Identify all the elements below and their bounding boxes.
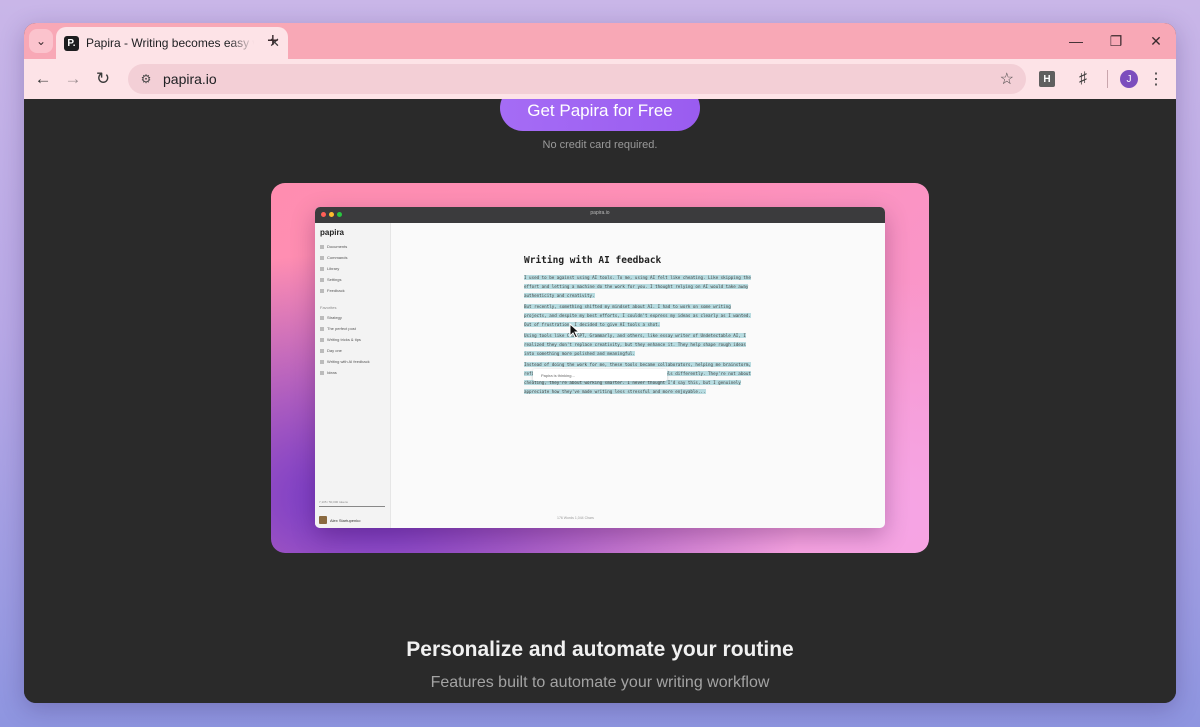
mockup-user-avatar	[319, 516, 327, 524]
mockup-titlebar: papira.io	[315, 207, 885, 223]
mockup-user: Alex Startupenko	[319, 516, 360, 524]
mockup-favorite-item: Strategy	[320, 315, 342, 320]
section-title: Personalize and automate your routine	[406, 638, 794, 661]
mockup-favorite-item: Ideas	[320, 370, 337, 375]
mockup-ai-popup: Papira is thinking...	[533, 369, 667, 381]
toolbar-divider	[1107, 70, 1108, 88]
extensions-puzzle-icon[interactable]: ♯	[1071, 70, 1095, 88]
section-subtitle: Features built to automate your writing …	[430, 674, 770, 691]
mockup-brand: papira	[320, 228, 345, 237]
tab-search-button[interactable]: ⌄	[29, 29, 53, 53]
toolbar-right: H ♯ J ⋮	[1039, 59, 1168, 99]
mockup-doc-title: Writing with AI feedback	[524, 255, 662, 266]
mockup-usage: 7,105 / 50,000 tokens	[319, 500, 348, 504]
tab-active[interactable]: P. Papira - Writing becomes easy with AI…	[56, 27, 288, 59]
browser-window: ⌄ P. Papira - Writing becomes easy with …	[24, 23, 1176, 703]
mockup-paragraph: I used to be against using AI tools. To …	[524, 275, 751, 298]
mockup-sidebar: papira Documents Commands Library Settin…	[315, 223, 391, 528]
reload-button[interactable]: ↻	[88, 64, 118, 94]
mockup-user-name: Alex Startupenko	[330, 517, 361, 523]
page-content: Get Papira for Free No credit card requi…	[24, 99, 1176, 703]
forward-button[interactable]: →	[58, 64, 88, 94]
profile-avatar[interactable]: J	[1120, 70, 1138, 88]
mockup-nav-item: Feedback	[320, 288, 345, 293]
tab-title: Papira - Writing becomes easy with AI	[86, 36, 254, 50]
mockup-url: papira.io	[590, 210, 610, 216]
mockup-favorite-item: Day one	[320, 348, 342, 353]
mockup-favorite-item: The perfect post	[320, 326, 356, 331]
mockup-favorite-item: Writing with AI feedback	[320, 359, 370, 364]
tab-strip: ⌄ P. Papira - Writing becomes easy with …	[24, 23, 1176, 59]
mockup-status: 176 Words 1,044 Chars	[557, 516, 594, 520]
mockup-favorite-item: Writing tricks & tips	[320, 337, 361, 342]
mockup-usage-bar	[319, 506, 385, 507]
mouse-cursor-icon	[569, 323, 581, 339]
new-tab-button[interactable]: +	[267, 30, 279, 52]
chevron-down-icon: ⌄	[35, 34, 47, 48]
extension-h-icon[interactable]: H	[1039, 71, 1055, 87]
papira-favicon-icon: P.	[64, 35, 79, 51]
mockup-nav-item: Settings	[320, 277, 341, 282]
back-button[interactable]: ←	[28, 64, 58, 94]
mockup-paragraph: But recently, something shifted my minds…	[524, 304, 751, 327]
mockup-nav-item: Documents	[320, 244, 347, 249]
window-controls: — ❐ ✕	[1056, 23, 1176, 59]
menu-kebab-icon[interactable]: ⋮	[1144, 69, 1168, 89]
get-papira-button[interactable]: Get Papira for Free	[500, 99, 700, 131]
site-info-icon[interactable]: ⚙	[131, 72, 161, 86]
mockup-paragraph: Using tools like ChatGPT, Grammarly, and…	[524, 333, 746, 356]
mockup-favorites-heading: Favorites	[320, 305, 337, 310]
app-mockup: papira.io papira Documents Commands Libr…	[315, 207, 885, 528]
url-text[interactable]: papira.io	[163, 71, 217, 87]
mockup-nav-item: Commands	[320, 255, 347, 260]
minimize-button[interactable]: —	[1056, 23, 1096, 59]
cta-note: No credit card required.	[542, 139, 658, 151]
close-window-button[interactable]: ✕	[1136, 23, 1176, 59]
mockup-nav-item: Library	[320, 266, 339, 271]
hero-showcase: papira.io papira Documents Commands Libr…	[271, 183, 929, 553]
browser-toolbar: ← → ↻ ⚙ papira.io ☆ H ♯ J ⋮	[24, 59, 1176, 99]
address-bar[interactable]: ⚙ papira.io ☆	[128, 64, 1026, 94]
restore-button[interactable]: ❐	[1096, 23, 1136, 59]
bookmark-star-icon[interactable]: ☆	[1000, 69, 1014, 89]
